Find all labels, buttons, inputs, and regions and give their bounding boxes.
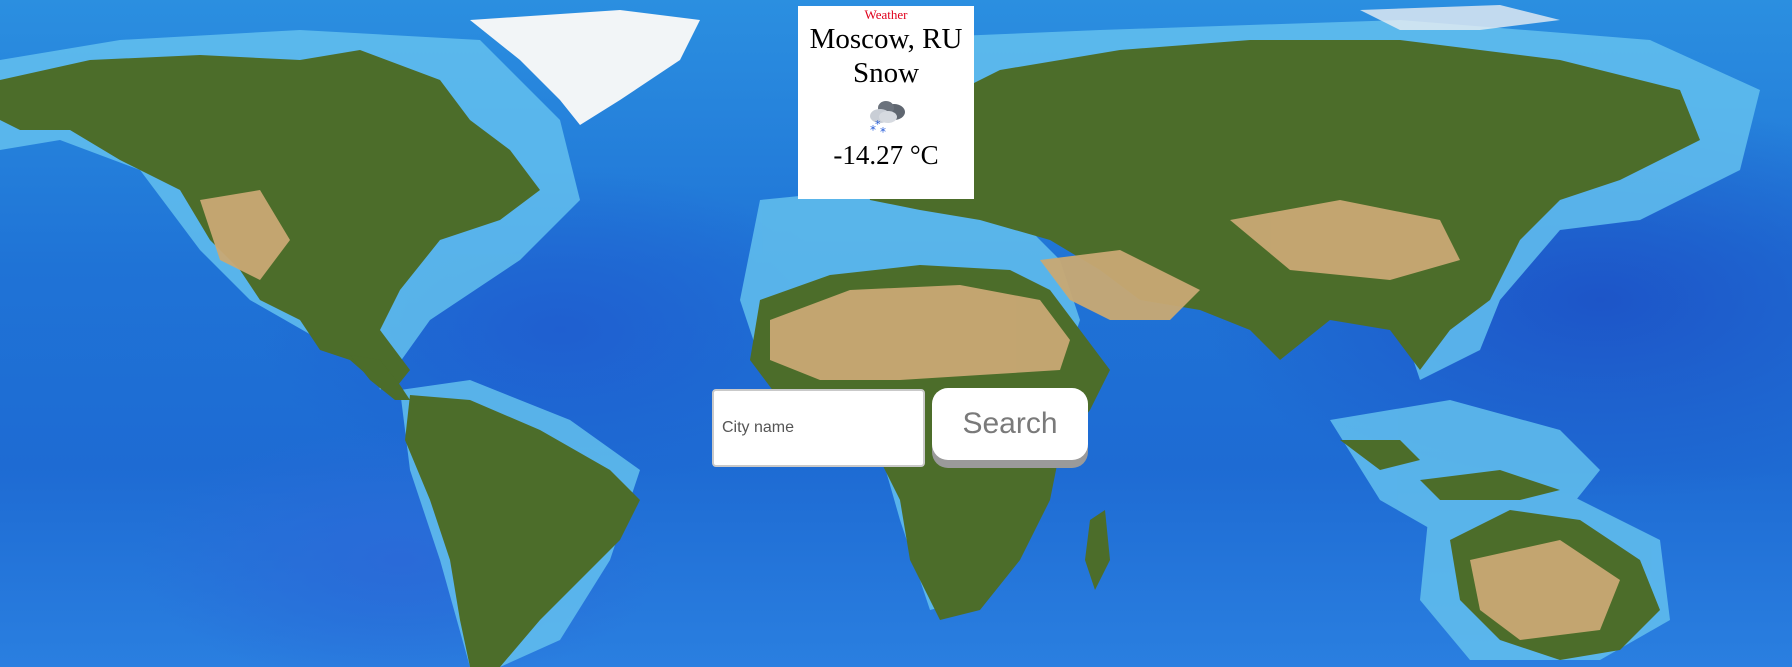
weather-card: Weather Moscow, RU Snow * * * -14.27 °C [798,6,974,199]
city-name-input[interactable] [712,389,925,467]
weather-condition: Snow [852,57,920,89]
weather-temperature: -14.27 °C [833,140,939,170]
weather-location: Moscow, RU [809,23,963,55]
weather-title: Weather [864,7,908,22]
snow-cloud-icon: * * * [870,101,905,139]
svg-text:*: * [880,125,886,139]
search-button[interactable]: Search [932,388,1088,460]
svg-text:*: * [875,118,881,131]
